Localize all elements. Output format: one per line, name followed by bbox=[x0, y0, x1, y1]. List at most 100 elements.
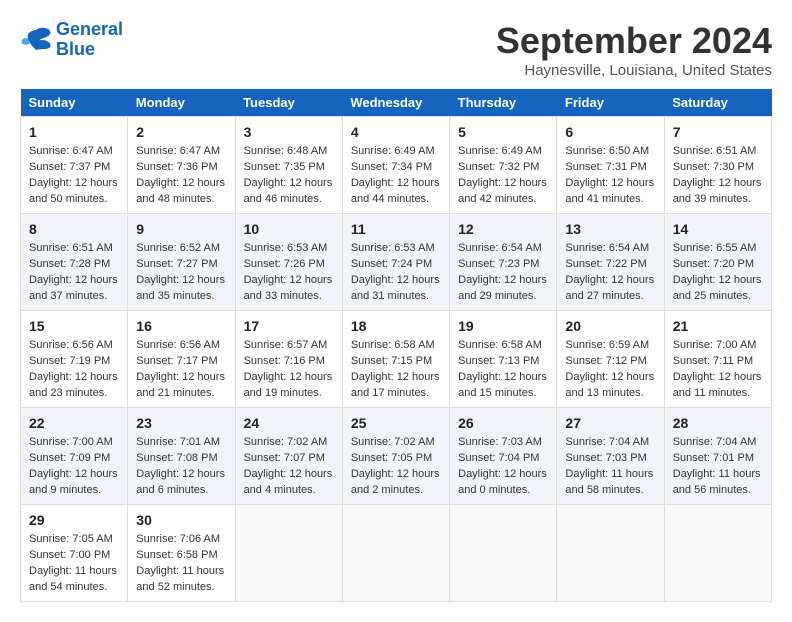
day-info: Sunrise: 6:49 AM Sunset: 7:32 PM Dayligh… bbox=[458, 144, 548, 208]
day-info: Sunrise: 6:51 AM Sunset: 7:30 PM Dayligh… bbox=[673, 144, 763, 208]
calendar-week-2: 8Sunrise: 6:51 AM Sunset: 7:28 PM Daylig… bbox=[21, 214, 772, 311]
day-number: 2 bbox=[136, 122, 226, 142]
day-number: 9 bbox=[136, 219, 226, 239]
calendar-cell: 6Sunrise: 6:50 AM Sunset: 7:31 PM Daylig… bbox=[557, 117, 664, 214]
day-info: Sunrise: 6:59 AM Sunset: 7:12 PM Dayligh… bbox=[565, 338, 655, 402]
day-info: Sunrise: 7:00 AM Sunset: 7:11 PM Dayligh… bbox=[673, 338, 763, 402]
calendar-week-5: 29Sunrise: 7:05 AM Sunset: 7:00 PM Dayli… bbox=[21, 505, 772, 602]
calendar-cell: 14Sunrise: 6:55 AM Sunset: 7:20 PM Dayli… bbox=[664, 214, 771, 311]
logo-bird-icon bbox=[20, 26, 52, 54]
day-info: Sunrise: 7:02 AM Sunset: 7:07 PM Dayligh… bbox=[244, 435, 334, 499]
day-number: 5 bbox=[458, 122, 548, 142]
day-number: 8 bbox=[29, 219, 119, 239]
calendar-week-3: 15Sunrise: 6:56 AM Sunset: 7:19 PM Dayli… bbox=[21, 311, 772, 408]
day-info: Sunrise: 7:04 AM Sunset: 7:01 PM Dayligh… bbox=[673, 435, 763, 499]
day-number: 28 bbox=[673, 413, 763, 433]
day-number: 3 bbox=[244, 122, 334, 142]
day-number: 20 bbox=[565, 316, 655, 336]
weekday-header-tuesday: Tuesday bbox=[235, 89, 342, 117]
day-number: 13 bbox=[565, 219, 655, 239]
calendar-cell bbox=[342, 505, 449, 602]
calendar-cell: 13Sunrise: 6:54 AM Sunset: 7:22 PM Dayli… bbox=[557, 214, 664, 311]
day-number: 15 bbox=[29, 316, 119, 336]
calendar-cell: 29Sunrise: 7:05 AM Sunset: 7:00 PM Dayli… bbox=[21, 505, 128, 602]
calendar-cell: 7Sunrise: 6:51 AM Sunset: 7:30 PM Daylig… bbox=[664, 117, 771, 214]
calendar-cell: 21Sunrise: 7:00 AM Sunset: 7:11 PM Dayli… bbox=[664, 311, 771, 408]
day-number: 7 bbox=[673, 122, 763, 142]
calendar-cell bbox=[664, 505, 771, 602]
day-number: 1 bbox=[29, 122, 119, 142]
day-info: Sunrise: 7:06 AM Sunset: 6:58 PM Dayligh… bbox=[136, 532, 226, 596]
day-number: 21 bbox=[673, 316, 763, 336]
day-number: 18 bbox=[351, 316, 441, 336]
calendar-cell: 10Sunrise: 6:53 AM Sunset: 7:26 PM Dayli… bbox=[235, 214, 342, 311]
day-number: 27 bbox=[565, 413, 655, 433]
day-info: Sunrise: 6:58 AM Sunset: 7:15 PM Dayligh… bbox=[351, 338, 441, 402]
day-info: Sunrise: 7:01 AM Sunset: 7:08 PM Dayligh… bbox=[136, 435, 226, 499]
weekday-header-sunday: Sunday bbox=[21, 89, 128, 117]
weekday-header-thursday: Thursday bbox=[450, 89, 557, 117]
title-block: September 2024 Haynesville, Louisiana, U… bbox=[496, 20, 772, 79]
day-number: 29 bbox=[29, 510, 119, 530]
day-info: Sunrise: 6:48 AM Sunset: 7:35 PM Dayligh… bbox=[244, 144, 334, 208]
weekday-header-wednesday: Wednesday bbox=[342, 89, 449, 117]
day-info: Sunrise: 7:00 AM Sunset: 7:09 PM Dayligh… bbox=[29, 435, 119, 499]
weekday-header-monday: Monday bbox=[128, 89, 235, 117]
day-number: 6 bbox=[565, 122, 655, 142]
day-number: 11 bbox=[351, 219, 441, 239]
day-info: Sunrise: 7:05 AM Sunset: 7:00 PM Dayligh… bbox=[29, 532, 119, 596]
day-number: 12 bbox=[458, 219, 548, 239]
day-info: Sunrise: 6:50 AM Sunset: 7:31 PM Dayligh… bbox=[565, 144, 655, 208]
day-info: Sunrise: 6:53 AM Sunset: 7:26 PM Dayligh… bbox=[244, 241, 334, 305]
calendar-cell: 16Sunrise: 6:56 AM Sunset: 7:17 PM Dayli… bbox=[128, 311, 235, 408]
calendar-cell: 19Sunrise: 6:58 AM Sunset: 7:13 PM Dayli… bbox=[450, 311, 557, 408]
month-title: September 2024 bbox=[496, 20, 772, 62]
weekday-header-row: SundayMondayTuesdayWednesdayThursdayFrid… bbox=[21, 89, 772, 117]
calendar-table: SundayMondayTuesdayWednesdayThursdayFrid… bbox=[20, 89, 772, 602]
page-header: General Blue September 2024 Haynesville,… bbox=[20, 20, 772, 79]
weekday-header-friday: Friday bbox=[557, 89, 664, 117]
calendar-cell: 28Sunrise: 7:04 AM Sunset: 7:01 PM Dayli… bbox=[664, 408, 771, 505]
day-info: Sunrise: 6:56 AM Sunset: 7:17 PM Dayligh… bbox=[136, 338, 226, 402]
calendar-cell: 24Sunrise: 7:02 AM Sunset: 7:07 PM Dayli… bbox=[235, 408, 342, 505]
calendar-cell: 9Sunrise: 6:52 AM Sunset: 7:27 PM Daylig… bbox=[128, 214, 235, 311]
calendar-cell: 15Sunrise: 6:56 AM Sunset: 7:19 PM Dayli… bbox=[21, 311, 128, 408]
day-info: Sunrise: 6:47 AM Sunset: 7:37 PM Dayligh… bbox=[29, 144, 119, 208]
day-number: 22 bbox=[29, 413, 119, 433]
calendar-cell: 20Sunrise: 6:59 AM Sunset: 7:12 PM Dayli… bbox=[557, 311, 664, 408]
day-info: Sunrise: 6:56 AM Sunset: 7:19 PM Dayligh… bbox=[29, 338, 119, 402]
day-info: Sunrise: 6:51 AM Sunset: 7:28 PM Dayligh… bbox=[29, 241, 119, 305]
calendar-cell: 2Sunrise: 6:47 AM Sunset: 7:36 PM Daylig… bbox=[128, 117, 235, 214]
day-number: 10 bbox=[244, 219, 334, 239]
day-info: Sunrise: 6:58 AM Sunset: 7:13 PM Dayligh… bbox=[458, 338, 548, 402]
calendar-cell: 17Sunrise: 6:57 AM Sunset: 7:16 PM Dayli… bbox=[235, 311, 342, 408]
day-info: Sunrise: 6:52 AM Sunset: 7:27 PM Dayligh… bbox=[136, 241, 226, 305]
logo: General Blue bbox=[20, 20, 123, 60]
day-number: 17 bbox=[244, 316, 334, 336]
calendar-cell: 4Sunrise: 6:49 AM Sunset: 7:34 PM Daylig… bbox=[342, 117, 449, 214]
day-info: Sunrise: 6:54 AM Sunset: 7:22 PM Dayligh… bbox=[565, 241, 655, 305]
calendar-week-1: 1Sunrise: 6:47 AM Sunset: 7:37 PM Daylig… bbox=[21, 117, 772, 214]
day-info: Sunrise: 7:04 AM Sunset: 7:03 PM Dayligh… bbox=[565, 435, 655, 499]
day-info: Sunrise: 6:49 AM Sunset: 7:34 PM Dayligh… bbox=[351, 144, 441, 208]
calendar-cell: 30Sunrise: 7:06 AM Sunset: 6:58 PM Dayli… bbox=[128, 505, 235, 602]
calendar-cell bbox=[450, 505, 557, 602]
day-info: Sunrise: 6:53 AM Sunset: 7:24 PM Dayligh… bbox=[351, 241, 441, 305]
calendar-cell: 18Sunrise: 6:58 AM Sunset: 7:15 PM Dayli… bbox=[342, 311, 449, 408]
calendar-week-4: 22Sunrise: 7:00 AM Sunset: 7:09 PM Dayli… bbox=[21, 408, 772, 505]
weekday-header-saturday: Saturday bbox=[664, 89, 771, 117]
day-info: Sunrise: 6:54 AM Sunset: 7:23 PM Dayligh… bbox=[458, 241, 548, 305]
day-number: 30 bbox=[136, 510, 226, 530]
logo-text: General Blue bbox=[56, 20, 123, 60]
calendar-cell: 1Sunrise: 6:47 AM Sunset: 7:37 PM Daylig… bbox=[21, 117, 128, 214]
calendar-cell: 12Sunrise: 6:54 AM Sunset: 7:23 PM Dayli… bbox=[450, 214, 557, 311]
calendar-cell: 23Sunrise: 7:01 AM Sunset: 7:08 PM Dayli… bbox=[128, 408, 235, 505]
calendar-cell: 27Sunrise: 7:04 AM Sunset: 7:03 PM Dayli… bbox=[557, 408, 664, 505]
calendar-cell bbox=[235, 505, 342, 602]
day-number: 16 bbox=[136, 316, 226, 336]
calendar-cell: 8Sunrise: 6:51 AM Sunset: 7:28 PM Daylig… bbox=[21, 214, 128, 311]
calendar-cell: 25Sunrise: 7:02 AM Sunset: 7:05 PM Dayli… bbox=[342, 408, 449, 505]
day-info: Sunrise: 7:03 AM Sunset: 7:04 PM Dayligh… bbox=[458, 435, 548, 499]
calendar-cell: 3Sunrise: 6:48 AM Sunset: 7:35 PM Daylig… bbox=[235, 117, 342, 214]
calendar-cell: 22Sunrise: 7:00 AM Sunset: 7:09 PM Dayli… bbox=[21, 408, 128, 505]
